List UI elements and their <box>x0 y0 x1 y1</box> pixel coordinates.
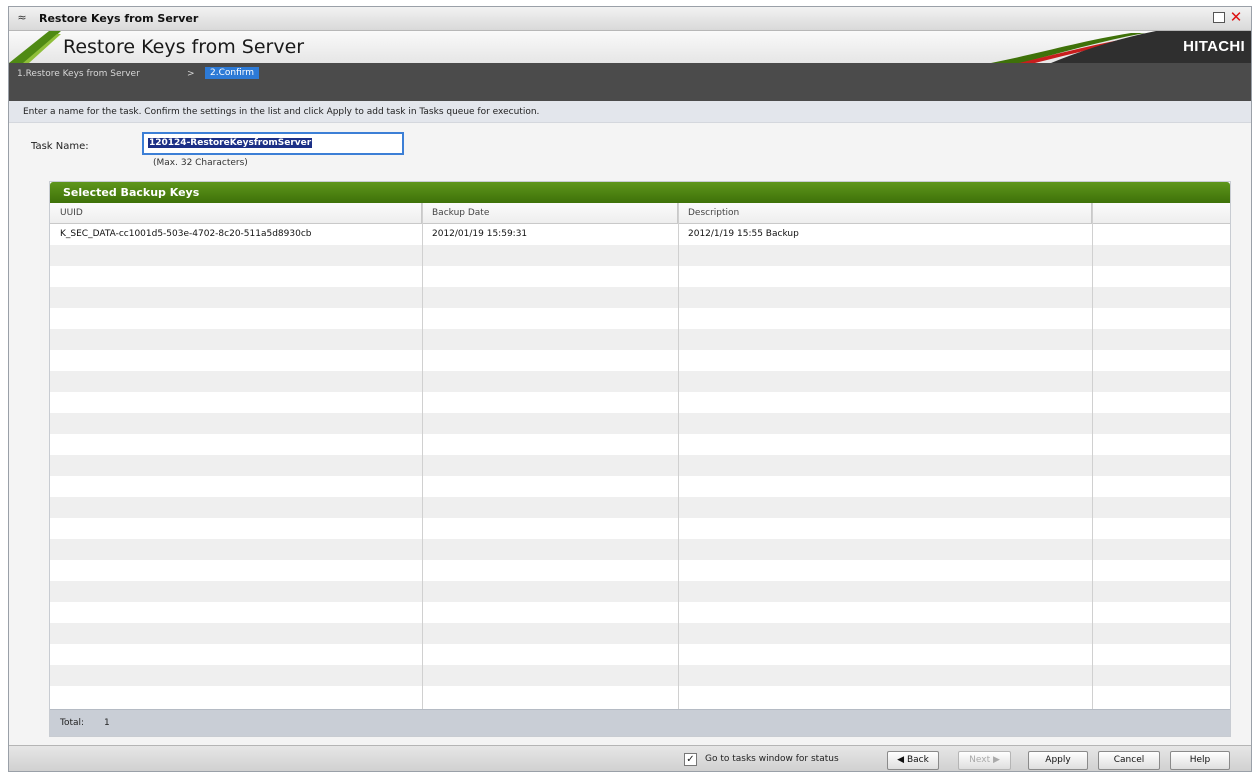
column-divider <box>678 203 679 710</box>
table-row <box>50 434 1230 455</box>
close-icon[interactable]: ✕ <box>1229 8 1243 26</box>
panel-header: Selected Backup Keys <box>50 182 1230 203</box>
maximize-icon[interactable] <box>1213 12 1225 23</box>
column-divider <box>1092 203 1093 710</box>
column-header-blank <box>1092 203 1232 224</box>
table-row <box>50 287 1230 308</box>
table-row <box>50 686 1230 707</box>
table-row <box>50 644 1230 665</box>
column-divider <box>422 203 423 710</box>
column-header-description[interactable]: Description <box>678 203 1092 224</box>
table-row <box>50 392 1230 413</box>
dialog-window: ≈ Restore Keys from Server ✕ Restore Key… <box>8 6 1252 772</box>
task-name-hint: (Max. 32 Characters) <box>153 158 248 168</box>
table-row <box>50 371 1230 392</box>
table-row <box>50 476 1230 497</box>
table-cell <box>1092 224 1230 245</box>
breadcrumb-step-1[interactable]: 1.Restore Keys from Server <box>17 69 140 79</box>
total-count: 1 <box>104 718 110 728</box>
table-row <box>50 455 1230 476</box>
instructions-text: Enter a name for the task. Confirm the s… <box>23 107 540 117</box>
table-cell: 2012/1/19 15:55 Backup <box>688 229 799 239</box>
help-button[interactable]: Help <box>1170 751 1230 770</box>
panel-title: Selected Backup Keys <box>63 186 200 199</box>
dialog-footer: ✓ Go to tasks window for status ◀ Back N… <box>9 745 1251 771</box>
task-name-value[interactable]: 120124-RestoreKeysfromServer <box>148 138 313 148</box>
hitachi-logo: HITACHI <box>1183 38 1245 55</box>
table-header: UUID Backup Date Description <box>50 203 1230 224</box>
table-row[interactable]: K_SEC_DATA-cc1001d5-503e-4702-8c20-511a5… <box>50 224 1230 245</box>
go-to-tasks-label[interactable]: Go to tasks window for status <box>705 754 839 764</box>
table-row <box>50 350 1230 371</box>
table-row <box>50 497 1230 518</box>
table-row <box>50 581 1230 602</box>
table-row <box>50 245 1230 266</box>
table-row <box>50 308 1230 329</box>
table-cell: K_SEC_DATA-cc1001d5-503e-4702-8c20-511a5… <box>60 229 312 239</box>
table-row <box>50 602 1230 623</box>
column-header-backup-date[interactable]: Backup Date <box>422 203 678 224</box>
title-bar: ≈ Restore Keys from Server ✕ <box>9 7 1251 31</box>
table-row <box>50 413 1230 434</box>
table-row <box>50 665 1230 686</box>
total-label: Total: <box>60 718 85 728</box>
back-button[interactable]: ◀ Back <box>887 751 939 770</box>
table-row <box>50 539 1230 560</box>
table-row <box>50 518 1230 539</box>
column-header-uuid[interactable]: UUID <box>50 203 422 224</box>
table-row <box>50 266 1230 287</box>
page-title: Restore Keys from Server <box>63 36 305 58</box>
task-name-label: Task Name: <box>31 141 89 152</box>
breadcrumb-step-2-active: 2.Confirm <box>205 67 260 79</box>
table-body: K_SEC_DATA-cc1001d5-503e-4702-8c20-511a5… <box>50 224 1230 710</box>
breadcrumb: 1.Restore Keys from Server > 2.Confirm <box>9 63 1251 101</box>
instructions-bar: Enter a name for the task. Confirm the s… <box>9 101 1251 123</box>
table-row <box>50 623 1230 644</box>
apply-button[interactable]: Apply <box>1028 751 1088 770</box>
selected-backup-keys-panel: Selected Backup Keys UUID Backup Date De… <box>49 181 1231 737</box>
task-name-input[interactable]: 120124-RestoreKeysfromServer <box>142 132 404 155</box>
next-button[interactable]: Next ▶ <box>958 751 1011 770</box>
header-banner: Restore Keys from Server HITACHI <box>9 31 1251 63</box>
go-to-tasks-checkbox[interactable]: ✓ <box>684 753 697 766</box>
cancel-button[interactable]: Cancel <box>1098 751 1160 770</box>
window-title: Restore Keys from Server <box>39 12 199 25</box>
table-footer: Total: 1 <box>50 709 1230 736</box>
breadcrumb-separator: > <box>187 69 195 79</box>
table-row <box>50 560 1230 581</box>
banner-stroke-icon <box>9 31 61 63</box>
table-row <box>50 329 1230 350</box>
table-cell: 2012/01/19 15:59:31 <box>432 229 528 239</box>
collapse-icon[interactable]: ≈ <box>15 11 29 25</box>
